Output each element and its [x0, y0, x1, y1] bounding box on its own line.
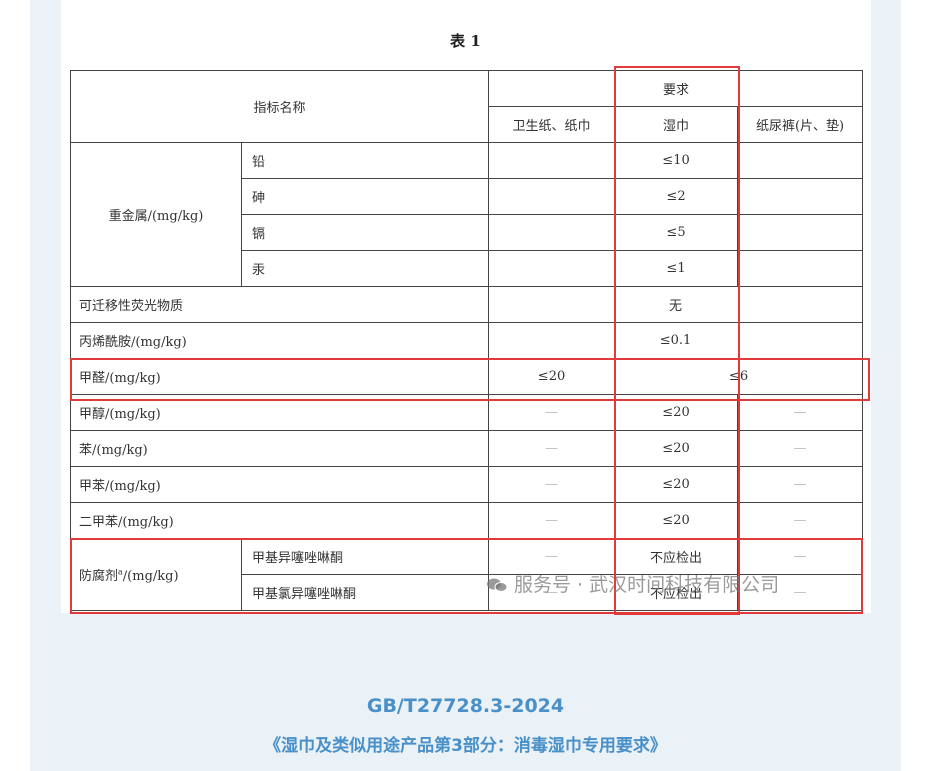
toilet-value: —	[488, 466, 616, 503]
standard-number: GB/T27728.3-2024	[366, 695, 565, 717]
wipes-value: ≤20	[614, 430, 739, 467]
table-row: 甲苯/(mg/kg) — ≤20 —	[69, 466, 864, 503]
metal-name: 砷	[240, 178, 490, 215]
table-row: 可迁移性荧光物质 无	[69, 286, 864, 323]
formaldehyde-wipes-diaper-value: ≤6	[614, 358, 864, 395]
diaper-value: —	[737, 430, 864, 467]
header-requirement: 要求	[614, 70, 738, 107]
fluorescent-value: 无	[488, 286, 864, 323]
preservative-unit: /(mg/kg)	[122, 569, 179, 584]
wechat-icon	[487, 578, 508, 592]
wipes-value: ≤10	[614, 142, 739, 179]
solvent-label: 二甲苯/(mg/kg)	[69, 502, 490, 539]
watermark-text: 服务号 · 武汉时间科技有限公司	[514, 574, 780, 596]
wipes-value: ≤2	[614, 178, 739, 215]
header-toilet-paper: 卫生纸、纸巾	[488, 106, 616, 143]
acrylamide-label: 丙烯酰胺/(mg/kg)	[69, 322, 490, 359]
table-row: 苯/(mg/kg) — ≤20 —	[69, 430, 864, 467]
standard-title: 《湿巾及类似用途产品第3部分：消毒湿巾专用要求》	[264, 736, 667, 756]
preservative-item: 甲基氯异噻唑啉酮	[240, 574, 490, 611]
wipes-value: ≤20	[614, 502, 739, 539]
wipes-value: ≤1	[614, 250, 739, 287]
table-row: 重金属/(mg/kg) 铅 ≤10	[70, 142, 864, 287]
header-indicator: 指标名称	[69, 70, 490, 143]
formaldehyde-label: 甲醛/(mg/kg)	[69, 358, 490, 395]
header-diaper: 纸尿裤(片、垫)	[737, 106, 864, 143]
table-row: 丙烯酰胺/(mg/kg) ≤0.1	[69, 322, 864, 359]
heavy-metals-label: 重金属/(mg/kg)	[70, 142, 242, 287]
diaper-value: —	[737, 394, 864, 431]
formaldehyde-toilet-value: ≤20	[488, 358, 616, 395]
table-row: 甲醛/(mg/kg) ≤20 ≤6	[69, 358, 864, 395]
header-row-1: 指标名称 要求	[69, 70, 864, 143]
crop-edge	[60, 613, 872, 653]
solvent-label: 苯/(mg/kg)	[69, 430, 490, 467]
preservative-name: 防腐剂	[79, 569, 119, 584]
wipes-value: ≤5	[614, 214, 739, 251]
table-row: 甲醇/(mg/kg) — ≤20 —	[69, 394, 864, 431]
fluorescent-label: 可迁移性荧光物质	[69, 286, 490, 323]
diaper-value: —	[737, 502, 864, 539]
toilet-value: —	[488, 430, 616, 467]
requirements-table: 指标名称 要求 卫生纸、纸巾 湿巾 纸尿裤(片、垫) 重金属/(mg/kg) 铅…	[69, 70, 864, 611]
solvent-label: 甲苯/(mg/kg)	[69, 466, 490, 503]
wipes-value: ≤20	[614, 394, 739, 431]
header-wet-wipes: 湿巾	[614, 106, 739, 143]
metal-name: 铅	[240, 142, 490, 179]
toilet-value: —	[488, 502, 616, 539]
solvent-label: 甲醇/(mg/kg)	[69, 394, 490, 431]
diaper-value: —	[737, 466, 864, 503]
preservative-item: 甲基异噻唑啉酮	[240, 538, 490, 575]
wipes-value: ≤20	[614, 466, 739, 503]
toilet-value: —	[488, 394, 616, 431]
table-title: 表 1	[450, 32, 481, 50]
metal-name: 汞	[240, 250, 490, 287]
preservative-label: 防腐剂a/(mg/kg)	[70, 538, 242, 611]
acrylamide-value: ≤0.1	[488, 322, 864, 359]
watermark: 服务号 · 武汉时间科技有限公司	[486, 570, 779, 597]
table-row: 二甲苯/(mg/kg) — ≤20 —	[69, 502, 864, 539]
metal-name: 镉	[240, 214, 490, 251]
